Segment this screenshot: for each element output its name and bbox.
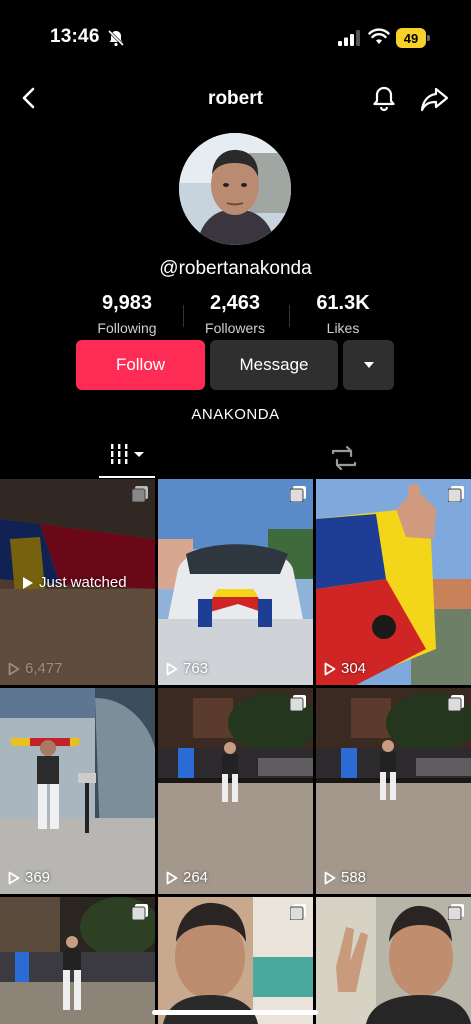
play-outline-icon [166, 662, 178, 675]
page-title: robert [208, 88, 263, 109]
stat-value: 9,983 [101, 292, 153, 314]
play-outline-icon [166, 871, 178, 884]
video-thumbnail[interactable] [158, 897, 313, 1024]
video-thumbnail[interactable] [0, 897, 155, 1024]
view-count: 304 [324, 660, 366, 677]
notification-bell-button[interactable] [370, 84, 398, 117]
battery-icon: 49 [396, 28, 430, 48]
stat-label: Following [97, 320, 157, 336]
view-count-value: 763 [183, 660, 209, 677]
multi-photo-icon [447, 695, 464, 716]
stat-likes[interactable]: 61.3K Likes [283, 292, 403, 336]
message-button[interactable]: Message [210, 340, 338, 390]
play-outline-icon [324, 871, 336, 884]
view-count: 588 [324, 869, 366, 886]
video-thumbnail[interactable]: 369 [0, 688, 155, 894]
multi-photo-icon [447, 486, 464, 507]
avatar[interactable] [179, 133, 291, 245]
profile-username: @robertanakonda [159, 258, 312, 279]
videos-grid-icon [108, 444, 144, 464]
caret-down-icon [363, 362, 374, 368]
stat-label: Followers [205, 320, 265, 336]
play-outline-icon [8, 662, 20, 675]
view-count-value: 6,477 [25, 660, 63, 677]
just-watched-text: Just watched [39, 574, 127, 591]
wifi-icon [368, 28, 390, 51]
video-thumbnail[interactable]: 264 [158, 688, 313, 894]
home-indicator[interactable] [152, 1010, 318, 1015]
view-count: 264 [166, 869, 208, 886]
stat-followers[interactable]: 2,463 Followers [175, 292, 295, 336]
video-thumbnail[interactable] [316, 897, 471, 1024]
view-count: 369 [8, 869, 50, 886]
view-count-value: 264 [183, 869, 209, 886]
video-thumbnail[interactable]: 588 [316, 688, 471, 894]
follow-button[interactable]: Follow [76, 340, 205, 390]
tab-videos[interactable] [99, 438, 155, 478]
silent-mode-icon [107, 29, 125, 52]
repost-icon [331, 445, 357, 471]
just-watched-label: Just watched [22, 574, 127, 591]
multi-photo-icon [289, 904, 306, 925]
video-thumbnail[interactable]: 763 [158, 479, 313, 685]
multi-photo-icon [447, 904, 464, 925]
multi-photo-icon [131, 904, 148, 925]
multi-photo-icon [131, 486, 148, 507]
share-button[interactable] [420, 85, 450, 118]
multi-photo-icon [289, 695, 306, 716]
view-count-value: 588 [341, 869, 367, 886]
more-dropdown-button[interactable] [343, 340, 394, 390]
view-count: 6,477 [8, 660, 63, 677]
play-outline-icon [8, 871, 20, 884]
multi-photo-icon [289, 486, 306, 507]
stat-following[interactable]: 9,983 Following [67, 292, 187, 336]
stat-label: Likes [326, 320, 360, 336]
play-outline-icon [324, 662, 336, 675]
stat-value: 61.3K [316, 292, 370, 314]
view-count-value: 304 [341, 660, 367, 677]
play-icon [23, 576, 33, 589]
video-thumbnail[interactable]: 304 [316, 479, 471, 685]
status-time: 13:46 [50, 26, 100, 47]
profile-bio: ANAKONDA [191, 406, 280, 423]
view-count: 763 [166, 660, 208, 677]
cellular-signal-icon [338, 30, 360, 51]
battery-level: 49 [396, 28, 426, 48]
share-arrow-icon [420, 87, 449, 112]
video-thumbnail[interactable]: Just watched 6,477 [0, 479, 155, 685]
view-count-value: 369 [25, 869, 51, 886]
bell-icon [373, 86, 395, 112]
tab-reposts[interactable] [318, 440, 370, 476]
stat-value: 2,463 [209, 292, 261, 314]
